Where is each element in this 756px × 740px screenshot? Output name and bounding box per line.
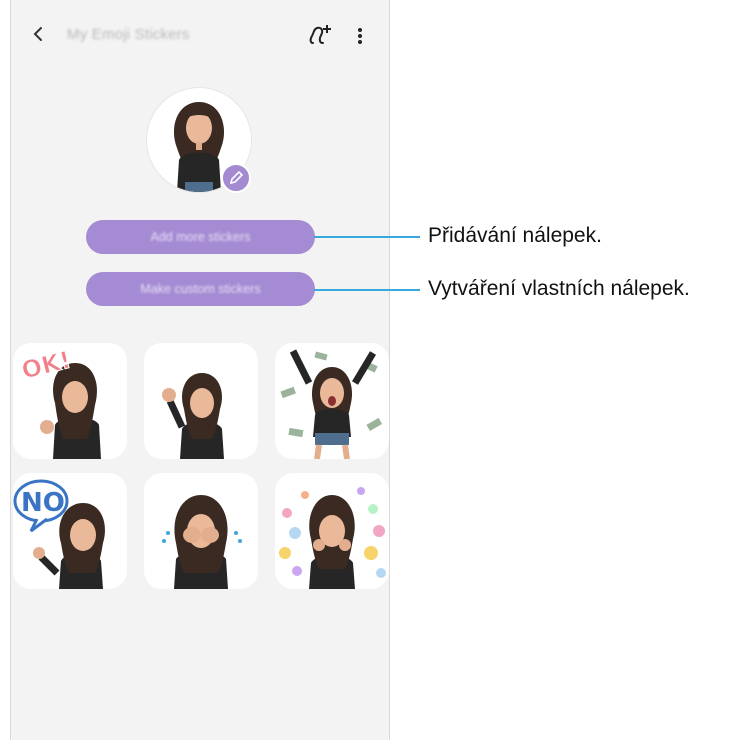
callout-make-custom-label: Vytváření vlastních nálepek.: [428, 277, 690, 300]
sticker-hearts-image: [279, 487, 386, 589]
back-button[interactable]: [27, 20, 51, 48]
sticker-money-rain[interactable]: [275, 343, 389, 459]
callout-line-make-custom: [314, 289, 420, 291]
sticker-crying[interactable]: [144, 473, 258, 589]
sticker-no-text: NO: [21, 488, 65, 518]
more-vert-icon: [358, 28, 362, 44]
sticker-ok-image: OK!: [18, 345, 101, 459]
sticker-wave-image: [162, 373, 224, 459]
page-title: My Emoji Stickers: [67, 26, 190, 43]
callout-add-more-label: Přidávání nálepek.: [428, 224, 602, 247]
sticker-no-image: NO: [13, 479, 105, 589]
add-more-stickers-label: Add more stickers: [150, 230, 251, 244]
more-options-button[interactable]: [350, 21, 370, 51]
sticker-wave[interactable]: [144, 343, 258, 459]
add-more-stickers-button[interactable]: Add more stickers: [86, 220, 315, 254]
sticker-crying-image: [162, 495, 242, 589]
sticker-hearts[interactable]: [275, 473, 389, 589]
sticker-money-rain-image: [280, 349, 383, 459]
callout-line-add-more: [314, 236, 420, 238]
sticker-no[interactable]: NO: [13, 473, 127, 589]
phone-screen: My Emoji Stickers Add more stickers Make…: [10, 0, 390, 740]
pencil-icon: [229, 170, 244, 185]
sticker-ok[interactable]: OK!: [13, 343, 127, 459]
edit-avatar-button[interactable]: [221, 163, 251, 193]
make-custom-stickers-label: Make custom stickers: [140, 282, 261, 296]
app-bar: My Emoji Stickers: [11, 14, 389, 58]
chevron-left-icon: [33, 27, 42, 41]
add-emoji-icon: [309, 25, 331, 44]
add-emoji-button[interactable]: [305, 21, 335, 51]
make-custom-stickers-button[interactable]: Make custom stickers: [86, 272, 315, 306]
